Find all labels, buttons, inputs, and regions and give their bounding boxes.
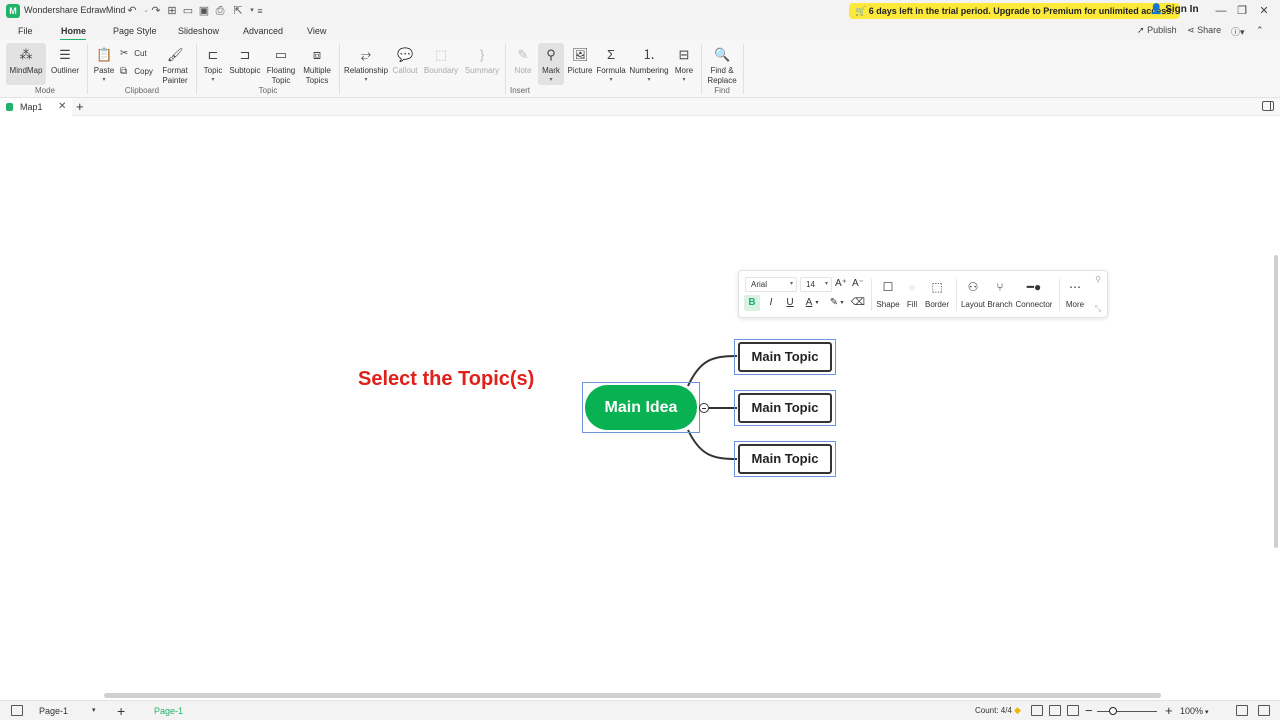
book-view-icon[interactable]	[1031, 705, 1043, 716]
main-topic-node-3[interactable]: Main Topic	[738, 444, 832, 474]
connector-icon: ━●	[1026, 280, 1042, 294]
status-bar: Page-1 ▾ + Page-1 Count: 4/4 ◆ − + 100% …	[0, 700, 1280, 720]
chevron-down-icon: ▾	[789, 281, 793, 287]
connector-topic-3	[687, 429, 738, 460]
layout-icon: ⚇	[967, 280, 979, 294]
page-tab[interactable]: Page-1	[154, 706, 183, 716]
clear-format-icon[interactable]: ⌫	[850, 295, 866, 311]
increase-font-button[interactable]: A⁺	[833, 276, 849, 292]
horizontal-scrollbar[interactable]	[104, 693, 1161, 698]
instruction-label: Select the Topic(s)	[358, 368, 535, 390]
zoom-level[interactable]: 100% ▾	[1180, 706, 1209, 716]
branch-icon: ⑂	[996, 280, 1004, 294]
page-select-dropdown-icon[interactable]: ▾	[92, 706, 96, 714]
panel-right-icon[interactable]	[1258, 705, 1270, 716]
resize-toolbar-icon[interactable]: ⤡	[1090, 301, 1106, 317]
main-idea-node[interactable]: Main Idea	[585, 385, 697, 430]
border-button[interactable]: ⬚ Border	[924, 279, 950, 309]
decrease-font-button[interactable]: A⁻	[850, 276, 866, 292]
font-color-dropdown-icon[interactable]: ▾	[813, 295, 821, 311]
pin-toolbar-icon[interactable]: ⚲	[1090, 272, 1106, 288]
fill-circle-icon: ●	[908, 280, 916, 294]
toolbar-separator	[956, 279, 957, 311]
zoom-in-icon[interactable]: +	[1165, 703, 1173, 718]
shape-button[interactable]: ☐ Shape	[876, 279, 900, 309]
branch-connectors	[687, 355, 738, 460]
page-select[interactable]: Page-1	[39, 706, 68, 716]
main-topic-node-2[interactable]: Main Topic	[738, 393, 832, 423]
main-topic-node-1[interactable]: Main Topic	[738, 342, 832, 372]
fit-page-icon[interactable]	[1067, 705, 1079, 716]
floating-format-toolbar: Arial ▾ 14 ▾ A⁺ A⁻ B I U A ▾ ✎ ▾ ⌫ ☐ Sha…	[738, 270, 1108, 318]
premium-badge-icon[interactable]: ◆	[1014, 705, 1021, 716]
zoom-slider-track[interactable]	[1097, 711, 1157, 712]
zoom-out-icon[interactable]: −	[1085, 703, 1093, 718]
border-icon: ⬚	[931, 280, 943, 294]
underline-button[interactable]: U	[782, 295, 798, 311]
italic-button[interactable]: I	[763, 295, 779, 311]
highlight-dropdown-icon[interactable]: ▾	[838, 295, 846, 311]
fullscreen-icon[interactable]	[1236, 705, 1248, 716]
toolbar-separator	[871, 279, 872, 311]
connector-button[interactable]: ━● Connector	[1014, 279, 1054, 309]
branch-button[interactable]: ⑂ Branch	[987, 279, 1013, 309]
page-panel-icon[interactable]	[11, 705, 23, 716]
ellipsis-icon: ⋯	[1069, 280, 1081, 294]
app-window: M Wondershare EdrawMind ↶ ⌄ ↷ ⊞ ▭ ▣ ⎙ ⇱ …	[0, 0, 1280, 720]
collapse-branch-icon[interactable]	[699, 403, 709, 413]
bold-button[interactable]: B	[744, 295, 760, 311]
font-family-select[interactable]: Arial ▾	[745, 277, 797, 292]
chevron-down-icon: ▾	[824, 281, 828, 287]
fill-button[interactable]: ● Fill	[902, 279, 922, 309]
font-size-select[interactable]: 14 ▾	[800, 277, 832, 292]
outline-view-icon[interactable]	[1049, 705, 1061, 716]
zoom-slider-handle[interactable]	[1109, 707, 1117, 715]
square-shape-icon: ☐	[882, 280, 894, 294]
layout-button[interactable]: ⚇ Layout	[960, 279, 986, 309]
toolbar-separator	[1059, 279, 1060, 311]
add-page-icon[interactable]: +	[117, 703, 125, 719]
vertical-scrollbar[interactable]	[1274, 255, 1278, 548]
count-label: Count: 4/4	[975, 706, 1012, 715]
more-options-button[interactable]: ⋯ More	[1064, 279, 1086, 309]
